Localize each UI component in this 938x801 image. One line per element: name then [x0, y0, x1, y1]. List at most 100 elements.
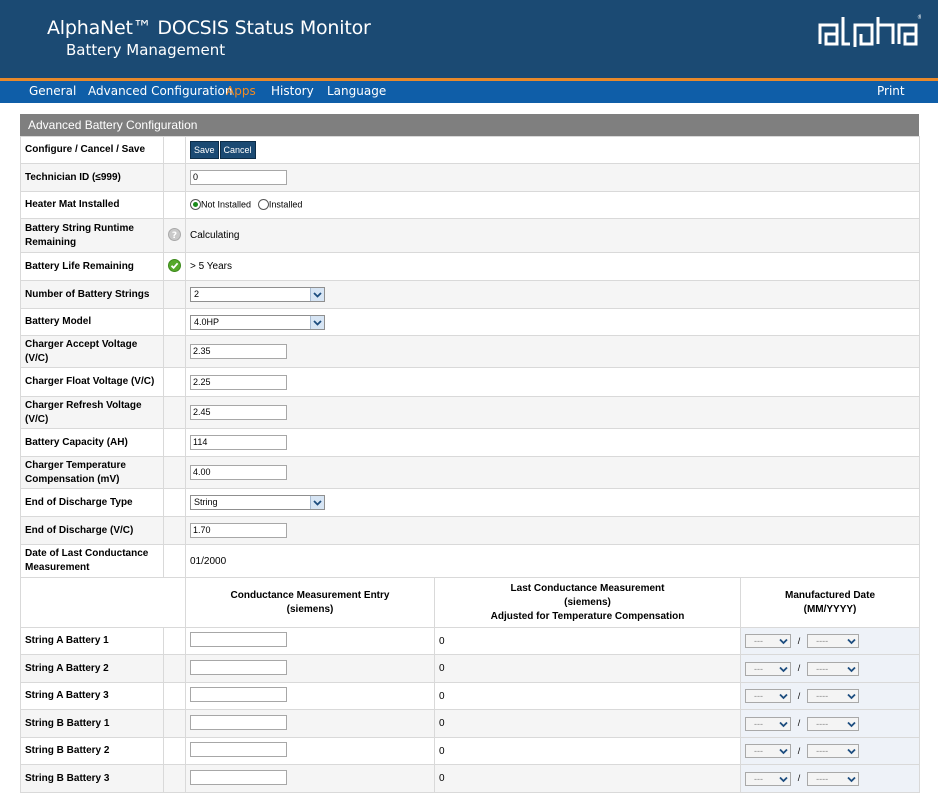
nav-print[interactable]: Print: [877, 84, 905, 98]
temp-comp-input[interactable]: 4.00: [190, 465, 287, 480]
chevron-down-icon: [847, 776, 856, 782]
label-num-strings: Number of Battery Strings: [20, 280, 164, 309]
chevron-down-icon: [310, 315, 324, 329]
last-conductance-value: 0: [434, 709, 741, 738]
radio-not-installed-label: Not Installed: [201, 199, 252, 210]
row-label: String A Battery 3: [20, 682, 164, 710]
chevron-down-icon: [779, 748, 788, 755]
chevron-down-icon: [847, 638, 856, 645]
year-select[interactable]: ----: [807, 744, 860, 758]
year-select[interactable]: ----: [807, 771, 860, 786]
year-select[interactable]: ----: [807, 716, 860, 731]
app-header: AlphaNet™ DOCSIS Status Monitor Battery …: [0, 0, 938, 78]
col-mfg-header: Manufactured Date (MM/YYYY): [739, 577, 921, 628]
radio-installed-label: Installed: [268, 199, 303, 210]
row-label: String A Battery 2: [20, 654, 164, 683]
row-model: Battery Model 4.0HP: [20, 308, 921, 336]
table-row: String B Battery 2 0 --- / ----: [20, 737, 921, 765]
runtime-value: Calculating: [184, 218, 921, 253]
label-last-cond: Date of Last Conductance Measurement: [20, 544, 164, 578]
month-select[interactable]: ---: [745, 716, 791, 731]
float-voltage-input[interactable]: 2.25: [190, 374, 287, 390]
conductance-entry-input[interactable]: [190, 659, 287, 675]
chevron-down-icon: [847, 693, 856, 700]
save-button[interactable]: Save: [190, 141, 219, 159]
radio-not-installed[interactable]: [190, 199, 201, 211]
last-conductance-value: 0: [434, 764, 741, 793]
label-refresh-v: Charger Refresh Voltage (V/C): [20, 396, 164, 429]
label-temp-comp: Charger Temperature Compensation (mV): [20, 456, 164, 489]
row-label: String A Battery 1: [20, 627, 164, 655]
nav-history[interactable]: History: [271, 84, 314, 98]
row-configure: Configure / Cancel / Save Save Cancel: [20, 136, 921, 164]
row-eod: End of Discharge (V/C) 1.70: [20, 516, 921, 545]
chevron-down-icon: [310, 288, 324, 301]
label-runtime: Battery String Runtime Remaining: [20, 218, 164, 253]
conductance-entry-input[interactable]: [190, 742, 287, 757]
year-select[interactable]: ----: [807, 689, 860, 703]
cond-table-header: Conductance Measurement Entry (siemens) L…: [20, 577, 921, 628]
app-title: AlphaNet™ DOCSIS Status Monitor: [47, 17, 371, 39]
page-subtitle: Battery Management: [66, 41, 226, 59]
table-row: String A Battery 2 0 --- / ----: [20, 654, 921, 683]
main-nav: General Advanced Configuration Apps Hist…: [0, 81, 938, 104]
year-select[interactable]: ----: [807, 661, 860, 676]
label-accept-v: Charger Accept Voltage (V/C): [20, 335, 164, 368]
check-icon: [168, 258, 181, 272]
conductance-entry-input[interactable]: [190, 714, 287, 730]
nav-advanced-configuration[interactable]: Advanced Configuration: [88, 84, 232, 98]
radio-installed[interactable]: [257, 199, 269, 211]
year-select[interactable]: ----: [807, 634, 860, 648]
row-float-v: Charger Float Voltage (V/C) 2.25: [20, 367, 921, 397]
table-row: String A Battery 1 0 --- / ----: [20, 627, 921, 655]
eod-type-select[interactable]: String: [190, 495, 325, 510]
row-heater-mat: Heater Mat Installed Not Installed Insta…: [20, 191, 921, 219]
refresh-voltage-input[interactable]: 2.45: [190, 405, 287, 420]
nav-general[interactable]: General: [29, 84, 76, 98]
cancel-button[interactable]: Cancel: [219, 141, 256, 159]
technician-id-input[interactable]: 0: [190, 170, 287, 185]
battery-model-select[interactable]: 4.0HP: [190, 314, 325, 330]
question-icon: ?: [168, 227, 181, 241]
eod-input[interactable]: 1.70: [190, 523, 287, 538]
battery-config-panel: Advanced Battery Configuration Configure…: [20, 114, 921, 793]
month-select[interactable]: ---: [745, 771, 791, 786]
label-configure: Configure / Cancel / Save: [20, 136, 164, 164]
chevron-down-icon: [847, 748, 856, 755]
nav-language[interactable]: Language: [327, 84, 386, 98]
label-float-v: Charger Float Voltage (V/C): [20, 367, 164, 397]
last-conductance-value: 0: [434, 627, 741, 655]
conductance-entry-input[interactable]: [190, 632, 287, 647]
label-heater-mat: Heater Mat Installed: [20, 191, 164, 219]
svg-text:?: ?: [172, 231, 177, 241]
chevron-down-icon: [779, 638, 788, 645]
row-life: Battery Life Remaining > 5 Years: [20, 252, 921, 281]
chevron-down-icon: [847, 721, 856, 727]
conductance-entry-input[interactable]: [190, 687, 287, 702]
nav-apps[interactable]: Apps: [226, 84, 256, 98]
month-select[interactable]: ---: [745, 689, 791, 703]
capacity-input[interactable]: 114: [190, 435, 287, 450]
col-last-header: Last Conductance Measurement (siemens) Adj…: [434, 577, 741, 628]
row-label: String B Battery 3: [20, 764, 164, 793]
label-eod-type: End of Discharge Type: [20, 488, 164, 517]
chevron-down-icon: [779, 693, 788, 700]
panel-title: Advanced Battery Configuration: [20, 114, 919, 136]
last-conductance-value: 0: [434, 737, 741, 765]
month-select[interactable]: ---: [745, 634, 791, 648]
row-eod-type: End of Discharge Type String: [20, 488, 921, 517]
row-runtime: Battery String Runtime Remaining ? Calcu…: [20, 218, 921, 253]
last-cond-value: 01/2000: [184, 544, 921, 578]
label-eod: End of Discharge (V/C): [20, 516, 164, 545]
last-conductance-value: 0: [434, 682, 741, 710]
month-select[interactable]: ---: [745, 661, 791, 676]
chevron-down-icon: [310, 496, 324, 509]
conductance-entry-input[interactable]: [190, 769, 287, 785]
accept-voltage-input[interactable]: 2.35: [190, 344, 287, 359]
table-row: String A Battery 3 0 --- / ----: [20, 682, 921, 710]
config-table: Configure / Cancel / Save Save Cancel Tec…: [20, 136, 921, 793]
month-select[interactable]: ---: [745, 744, 791, 758]
row-refresh-v: Charger Refresh Voltage (V/C) 2.45: [20, 396, 921, 429]
num-strings-select[interactable]: 2: [190, 287, 325, 302]
row-last-cond: Date of Last Conductance Measurement 01/…: [20, 544, 921, 578]
